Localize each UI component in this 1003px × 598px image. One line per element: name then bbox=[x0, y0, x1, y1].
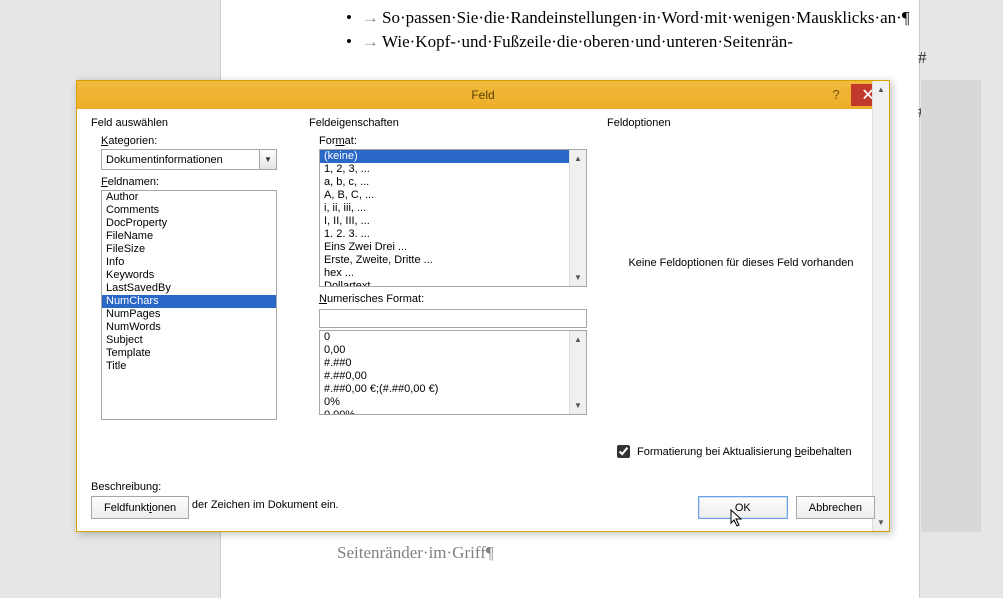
list-item[interactable]: Info bbox=[102, 256, 276, 269]
footer-text: Seitenränder·im·Griff¶ bbox=[337, 543, 494, 563]
numformat-label: Numerisches Format: bbox=[319, 293, 599, 305]
list-item[interactable]: Comments bbox=[102, 204, 276, 217]
list-item[interactable]: DocProperty bbox=[102, 217, 276, 230]
field-options-group: Feldoptionen Keine Feldoptionen für dies… bbox=[607, 117, 875, 479]
numformat-listbox[interactable]: 00,00#.##0#.##0,00#.##0,00 €;(#.##0,00 €… bbox=[319, 330, 587, 415]
format-listbox[interactable]: (keine)1, 2, 3, ...a, b, c, ...A, B, C, … bbox=[319, 149, 587, 287]
list-item[interactable]: (keine) bbox=[320, 150, 586, 163]
bullet-list: •→ So·passen·Sie·die·Randeinstellungen·i… bbox=[346, 8, 886, 52]
list-item[interactable]: LastSavedBy bbox=[102, 282, 276, 295]
field-properties-group: Feldeigenschaften Format: (keine)1, 2, 3… bbox=[309, 117, 599, 479]
list-item[interactable]: FileName bbox=[102, 230, 276, 243]
list-item[interactable]: Template bbox=[102, 347, 276, 360]
list-item[interactable]: i, ii, iii, ... bbox=[320, 202, 586, 215]
list-item[interactable]: 0,00% bbox=[320, 409, 586, 415]
scrollbar[interactable]: ▲▼ bbox=[569, 331, 586, 414]
description-label: Beschreibung: bbox=[91, 481, 889, 493]
list-item[interactable]: Eins Zwei Drei ... bbox=[320, 241, 586, 254]
list-item[interactable]: 1. 2. 3. ... bbox=[320, 228, 586, 241]
list-item[interactable]: 1, 2, 3, ... bbox=[320, 163, 586, 176]
list-item[interactable]: 0 bbox=[320, 331, 586, 344]
group-title: Feldoptionen bbox=[607, 117, 875, 129]
list-item[interactable]: 0,00 bbox=[320, 344, 586, 357]
group-title: Feldeigenschaften bbox=[309, 117, 599, 129]
list-item[interactable]: #.##0,00 bbox=[320, 370, 586, 383]
chevron-down-icon[interactable]: ▼ bbox=[259, 150, 276, 169]
format-label: Format: bbox=[319, 135, 599, 147]
titlebar[interactable]: Feld ? 🗙 bbox=[77, 81, 889, 109]
list-item[interactable]: Subject bbox=[102, 334, 276, 347]
dialog-title: Feld bbox=[77, 88, 889, 102]
list-item[interactable]: Title bbox=[102, 360, 276, 373]
field-dialog: Feld ? 🗙 Feld auswählen Kategorien: Doku… bbox=[76, 80, 890, 532]
group-title: Feld auswählen bbox=[91, 117, 301, 129]
list-item[interactable]: NumChars bbox=[102, 295, 276, 308]
hash-mark: # bbox=[918, 48, 927, 68]
bullet-text-1: So·passen·Sie·die·Randeinstellungen·in·W… bbox=[382, 8, 910, 27]
categories-label: Kategorien: bbox=[101, 135, 301, 147]
list-item[interactable]: FileSize bbox=[102, 243, 276, 256]
checkbox-label: Formatierung bei Aktualisierung beibehal… bbox=[637, 446, 852, 458]
list-item[interactable]: Dollartext bbox=[320, 280, 586, 287]
list-item[interactable]: #.##0 bbox=[320, 357, 586, 370]
list-item[interactable]: a, b, c, ... bbox=[320, 176, 586, 189]
preserve-formatting-check[interactable]: Formatierung bei Aktualisierung beibehal… bbox=[613, 442, 852, 461]
field-functions-button[interactable]: Feldfunktionen bbox=[91, 496, 189, 519]
list-item[interactable]: NumWords bbox=[102, 321, 276, 334]
list-item[interactable]: 0% bbox=[320, 396, 586, 409]
bullet-text-2: Wie·Kopf-·und·Fußzeile·die·oberen·und·un… bbox=[382, 32, 793, 51]
list-item[interactable]: Erste, Zweite, Dritte ... bbox=[320, 254, 586, 267]
list-item[interactable]: A, B, C, ... bbox=[320, 189, 586, 202]
list-item[interactable]: I, II, III, ... bbox=[320, 215, 586, 228]
checkbox[interactable] bbox=[617, 445, 630, 458]
help-button[interactable]: ? bbox=[822, 84, 850, 104]
list-item[interactable]: Keywords bbox=[102, 269, 276, 282]
categories-value: Dokumentinformationen bbox=[106, 154, 259, 166]
ok-button[interactable]: OK bbox=[698, 496, 788, 519]
cancel-button[interactable]: Abbrechen bbox=[796, 496, 875, 519]
no-options-msg: Keine Feldoptionen für dieses Feld vorha… bbox=[607, 257, 875, 269]
fieldnames-listbox[interactable]: AuthorCommentsDocPropertyFileNameFileSiz… bbox=[101, 190, 277, 420]
scrollbar[interactable]: ▲▼ bbox=[569, 150, 586, 286]
numformat-input[interactable] bbox=[319, 309, 587, 328]
list-item[interactable]: Author bbox=[102, 191, 276, 204]
categories-combo[interactable]: Dokumentinformationen ▼ bbox=[101, 149, 277, 170]
list-item[interactable]: NumPages bbox=[102, 308, 276, 321]
fieldnames-label: Feldnamen: bbox=[101, 176, 301, 188]
list-item[interactable]: #.##0,00 €;(#.##0,00 €) bbox=[320, 383, 586, 396]
list-item[interactable]: hex ... bbox=[320, 267, 586, 280]
page-shadow bbox=[921, 80, 981, 532]
field-select-group: Feld auswählen Kategorien: Dokumentinfor… bbox=[91, 117, 301, 479]
